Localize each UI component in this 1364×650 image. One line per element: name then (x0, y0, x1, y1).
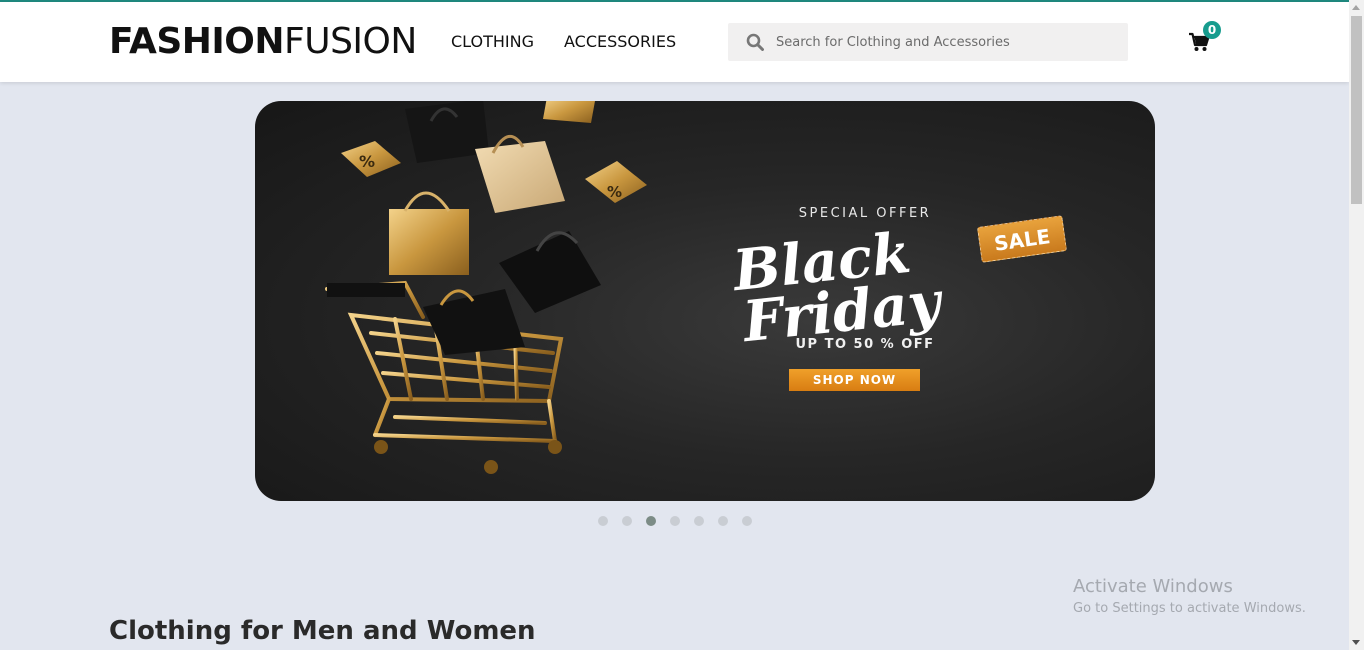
svg-text:%: % (607, 183, 622, 201)
scroll-down-arrow-icon[interactable] (1352, 640, 1360, 645)
page-scrollbar[interactable] (1349, 0, 1364, 650)
cart-wheels-icon (374, 440, 562, 474)
nav-accessories-link[interactable]: ACCESSORIES (564, 32, 676, 52)
discount-text: UP TO 50 % OFF (795, 337, 935, 352)
nav-clothing-link[interactable]: CLOTHING (451, 32, 534, 52)
gold-percent-box-left-icon: % (341, 141, 401, 177)
scrollbar-thumb[interactable] (1351, 16, 1362, 204)
activate-windows-title: Activate Windows (1073, 576, 1233, 597)
logo-bold-text: FASHION (109, 21, 285, 62)
gold-percent-box-right-icon: % (585, 161, 647, 203)
shop-now-button[interactable]: SHOP NOW (789, 369, 920, 391)
black-bag-right-icon (499, 231, 601, 313)
cart-count-badge: 0 (1203, 21, 1221, 39)
scroll-up-arrow-icon[interactable] (1352, 5, 1360, 10)
special-offer-text: SPECIAL OFFER (798, 206, 932, 221)
banner-illustration: % % (325, 101, 647, 474)
search-bar (728, 23, 1128, 61)
carousel-dot-2[interactable] (622, 516, 632, 526)
carousel-dot-1[interactable] (598, 516, 608, 526)
svg-text:%: % (359, 152, 375, 171)
kraft-bag-icon (475, 135, 565, 213)
search-input[interactable] (776, 23, 1116, 61)
carousel-dot-7[interactable] (742, 516, 752, 526)
site-header: FASHIONFUSION CLOTHING ACCESSORIES 0 (0, 2, 1349, 82)
activate-windows-subtitle: Go to Settings to activate Windows. (1073, 601, 1306, 616)
section-title: Clothing for Men and Women (109, 616, 536, 646)
gold-percent-box-top-icon (543, 101, 595, 123)
carousel-dot-6[interactable] (718, 516, 728, 526)
logo-light-text: FUSION (284, 21, 417, 62)
search-icon[interactable] (746, 33, 764, 51)
hero-banner-slide[interactable]: % % SPECIAL OFFER Black Friday SALE UP T… (255, 101, 1155, 501)
site-logo[interactable]: FASHIONFUSION (109, 20, 417, 64)
carousel-dot-5[interactable] (694, 516, 704, 526)
carousel-dot-3[interactable] (646, 516, 656, 526)
carousel-dot-4[interactable] (670, 516, 680, 526)
black-bag-top-icon (405, 101, 489, 163)
gold-bag-icon (389, 191, 469, 275)
